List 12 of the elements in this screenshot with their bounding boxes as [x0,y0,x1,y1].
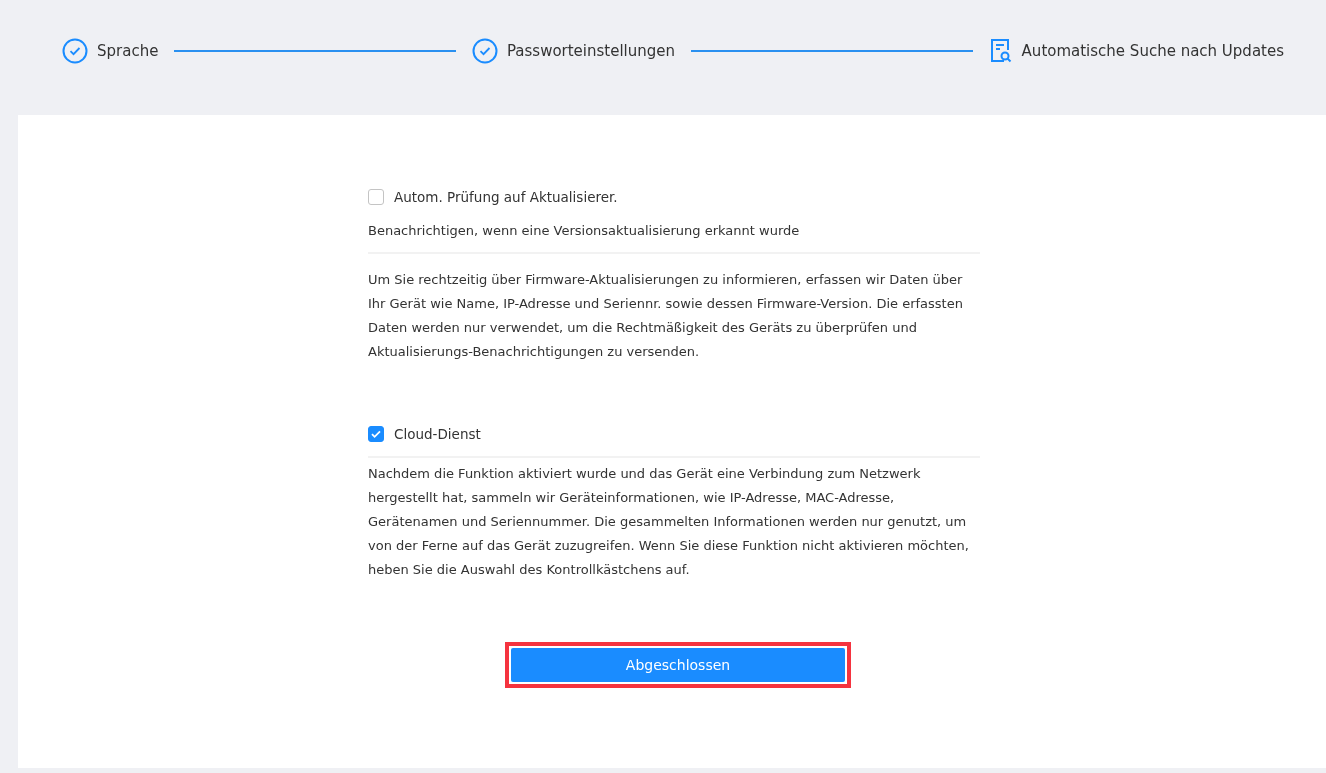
checkbox-label: Cloud-Dienst [394,426,481,442]
step-label: Sprache [97,41,159,60]
description-text: Um Sie rechtzeitig über Firmware-Aktualisierungen zu informieren, erfassen wir Daten über Ihr Gerät wie Name, IP-Adresse und Seriennr. sowie dessen Firmware-Version. Die erfassten Daten werden nur verwendet, um die Rechtmäßigkeit des Geräts zu überprüfen und Aktualisierungs-Benachrichtigungen zu versenden. [368,271,964,361]
step-label: Passworteinstellungen [506,41,676,60]
section-subtitle: Benachrichtigen, wenn eine Versionsaktualisierung erkannt wurde [368,223,801,238]
description-text: Nachdem die Funktion aktiviert wurde und das Gerät eine Verbindung zum Netzwerk hergestellt hat, sammeln wir Geräteinformationen, wie IP-Adresse, MAC-Adresse, Gerätenamen und Seriennummer. Die gesammelten Informationen werden nur genutzt, um von der Ferne auf das Gerät zuzugreifen. Wenn Sie diese Funktion nicht aktivieren möchten, heben Sie die Auswahl des Kontrollkästchens auf. [368,465,970,579]
check-icon [370,428,382,440]
finish-button[interactable]: Abgeschlossen [511,648,845,682]
checkbox-label: Autom. Prüfung auf Aktualisierer. [394,189,618,205]
checkbox[interactable] [368,426,384,442]
step-label: Automatische Suche nach Updates [1021,41,1284,60]
checkbox[interactable] [368,189,384,205]
